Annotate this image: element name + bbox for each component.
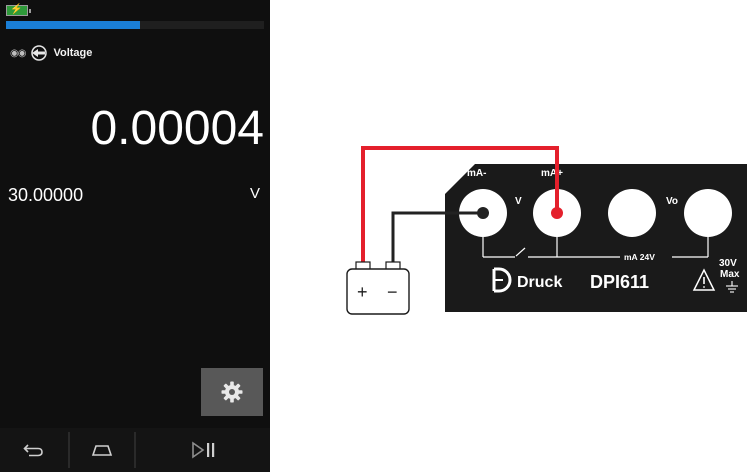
dual-dot-icon: ◉◉ [10,47,26,59]
brand-name: Druck [517,274,562,291]
home-icon [91,445,113,456]
channel-header[interactable]: ◉◉ Voltage [10,44,92,62]
terminal-v [608,189,656,237]
label-vo: Vo [666,196,678,207]
measurement-reading: 0.00004 [90,102,264,155]
label-ma-minus: mA- [467,168,486,179]
black-probe-dot [477,207,489,219]
setpoint-value[interactable]: 30.00000 [8,184,83,206]
progress-bar [6,21,264,29]
battery-charging-icon: ⚡ [6,4,31,16]
navigation-bar [0,428,270,472]
model-name: DPI611 [590,272,649,292]
max-label: Max [720,269,740,280]
max-voltage-label: 30V [719,258,737,269]
status-bar: ⚡ [6,4,264,18]
terminal-vo [684,189,732,237]
device-screen: ⚡ ◉◉ Voltage 0.00004 30.00000 V [0,0,270,472]
connection-diagram: mA- mA+ V Vo mA 24V Druck DPI611 30V Max… [346,146,747,315]
play-pause-icon [192,441,215,459]
unit-label: V [249,185,260,202]
label-ma-24v: mA 24V [624,252,655,262]
play-pause-button[interactable] [136,428,270,472]
channel-label: Voltage [53,47,93,59]
red-probe-dot [551,207,563,219]
battery-plus: + [357,282,368,302]
gear-icon [221,381,243,403]
home-button[interactable] [70,428,134,472]
settings-button[interactable] [201,368,263,416]
voltage-input-arrow-icon [31,45,48,61]
label-ma-plus: mA+ [541,168,563,179]
back-button[interactable] [0,428,68,472]
back-arrow-icon [23,444,43,457]
progress-fill [6,21,141,29]
battery-minus: − [387,282,398,302]
label-v: V [515,196,522,207]
